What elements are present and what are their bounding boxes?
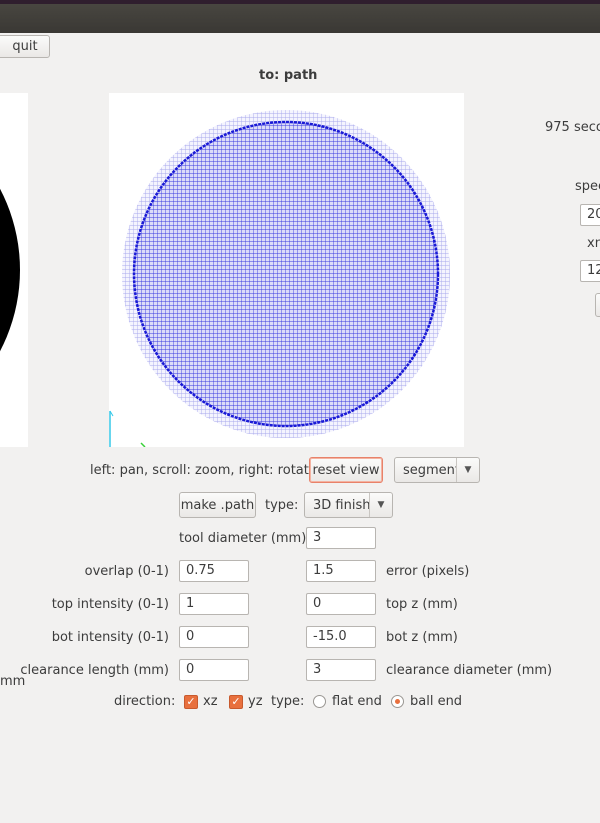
path-preview-canvas[interactable] [109,93,464,447]
error-input[interactable]: 1.5 [306,560,376,582]
tool-diameter-label: tool diameter (mm) [179,531,307,546]
input-image-canvas[interactable] [0,93,28,447]
window-titlebar [0,0,600,33]
quit-button[interactable]: quit [0,35,50,58]
yz-label: yz [248,694,263,709]
direction-label: direction: [114,694,176,709]
axis-x-indicator [140,442,146,447]
view-hint: left: pan, scroll: zoom, right: rotate [90,463,317,478]
yz-checkbox[interactable]: ✓ [229,695,243,709]
ball-end-radio[interactable] [391,695,404,708]
bot-intensity-input[interactable]: 0 [179,626,249,648]
end-type-label: type: [271,694,305,709]
xmin-input[interactable]: 12 [580,260,600,282]
clearance-diameter-input[interactable]: 3 [306,659,376,681]
overlap-label: overlap (0-1) [84,564,169,579]
speed-label: spee [575,179,600,194]
view-mode-selected: segments [403,462,456,478]
inner-pass-grid [134,122,438,426]
xmin-label: xn [587,236,600,251]
speed-input[interactable]: 20 [580,204,600,226]
xz-checkbox[interactable]: ✓ [184,695,198,709]
bot-intensity-label: bot intensity (0-1) [51,630,169,645]
xz-label: xz [203,694,218,709]
clearance-diameter-label: clearance diameter (mm) [386,663,553,678]
tool-diameter-input[interactable]: 3 [306,527,376,549]
preview-title: to: path [259,68,318,83]
bot-z-input[interactable]: -15.0 [306,626,376,648]
clearance-length-input[interactable]: 0 [179,659,249,681]
make-path-button[interactable]: make .path [179,492,256,518]
flat-end-radio[interactable] [313,695,326,708]
titlebar-accent [0,0,600,4]
path-type-selected: 3D finish [313,497,369,513]
flat-end-label: flat end [332,694,382,709]
reset-view-button[interactable]: reset view [309,457,383,483]
path-type-select[interactable]: 3D finish ▼ [304,492,393,518]
view-mode-select[interactable]: segments ▼ [394,457,480,483]
error-label: error (pixels) [386,564,470,579]
top-intensity-label: top intensity (0-1) [51,597,169,612]
bot-z-label: bot z (mm) [386,630,458,645]
right-panel-button[interactable] [595,293,600,317]
clearance-length-label: clearance length (mm) [20,663,169,678]
top-z-label: top z (mm) [386,597,458,612]
ball-end-label: ball end [410,694,463,709]
estimated-time-text: 975 secor [545,120,600,135]
type-label: type: [265,498,299,513]
chevron-down-icon: ▼ [369,493,392,517]
toolpath-grid [109,110,450,447]
top-intensity-input[interactable]: 1 [179,593,249,615]
chevron-down-icon: ▼ [456,458,479,482]
input-image-disc [0,188,20,352]
top-z-input[interactable]: 0 [306,593,376,615]
overlap-input[interactable]: 0.75 [179,560,249,582]
